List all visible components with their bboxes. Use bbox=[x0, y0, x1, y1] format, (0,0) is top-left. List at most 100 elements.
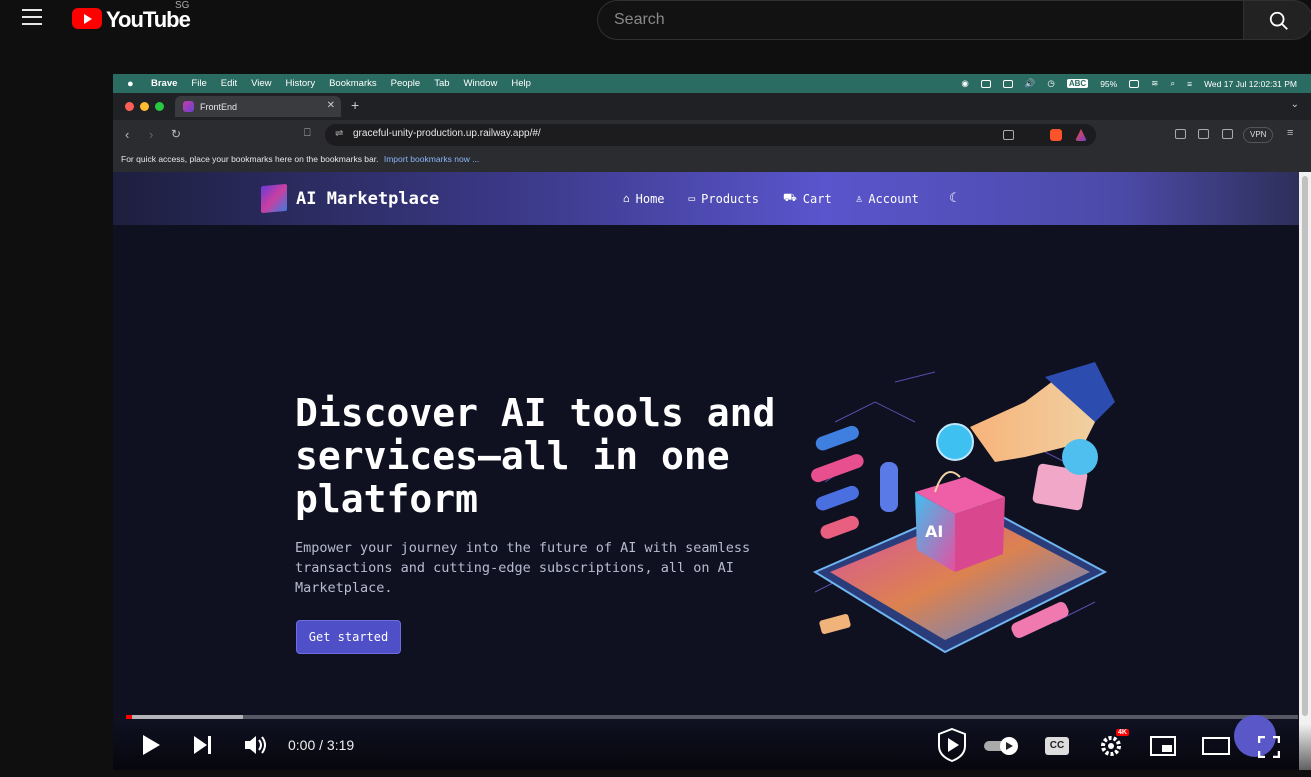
captions-button[interactable]: CC bbox=[1045, 737, 1069, 755]
mac-menubar: ● Brave File Edit View History Bookmarks… bbox=[113, 74, 1311, 93]
status-area: ◉ 🔊 ◷ ABC 95% ≋ ⌕ ≡ Wed 17 Jul 12:02:31 … bbox=[961, 74, 1297, 93]
brand-logo-icon bbox=[261, 183, 287, 214]
menu-help[interactable]: Help bbox=[511, 78, 531, 89]
menu-view[interactable]: View bbox=[251, 78, 271, 89]
volume-icon[interactable]: 🔊 bbox=[1025, 78, 1036, 89]
hero-illustration: AI bbox=[811, 362, 1115, 654]
brave-rewards-icon[interactable] bbox=[1075, 129, 1087, 141]
menu-window[interactable]: Window bbox=[464, 78, 498, 89]
region-code: SG bbox=[175, 0, 190, 11]
reload-icon[interactable]: ↻ bbox=[171, 127, 181, 141]
volume-icon[interactable] bbox=[244, 734, 268, 756]
import-bookmarks-link[interactable]: Import bookmarks now ... bbox=[384, 154, 479, 164]
battery-icon bbox=[1129, 79, 1140, 88]
sidebar-icon[interactable] bbox=[1198, 129, 1209, 139]
close-window-icon[interactable] bbox=[125, 102, 134, 111]
theater-mode-icon[interactable] bbox=[1202, 737, 1230, 755]
bookmarks-hint: For quick access, place your bookmarks h… bbox=[121, 154, 379, 164]
menu-file[interactable]: File bbox=[191, 78, 206, 89]
apple-icon[interactable]: ● bbox=[127, 78, 137, 90]
clock-icon[interactable]: ◷ bbox=[1047, 78, 1054, 89]
search-icon bbox=[1269, 11, 1288, 30]
progress-buffered bbox=[126, 715, 244, 719]
menu-history[interactable]: History bbox=[286, 78, 316, 89]
browser-tab-bar: FrontEnd ✕ + ⌄ bbox=[113, 93, 1311, 120]
brave-shields-icon[interactable] bbox=[1050, 129, 1062, 141]
spotlight-icon[interactable]: ⌕ bbox=[1170, 78, 1175, 89]
menu-bookmarks[interactable]: Bookmarks bbox=[329, 78, 377, 89]
site-brand[interactable]: AI Marketplace bbox=[261, 183, 440, 214]
back-icon[interactable]: ‹ bbox=[125, 127, 129, 142]
minimize-window-icon[interactable] bbox=[140, 102, 149, 111]
browser-tab[interactable]: FrontEnd ✕ bbox=[175, 96, 341, 117]
miniplayer-icon[interactable] bbox=[1150, 736, 1176, 756]
progress-bar[interactable] bbox=[126, 715, 1298, 719]
play-icon[interactable] bbox=[141, 734, 161, 756]
video-player[interactable]: ● Brave File Edit View History Bookmarks… bbox=[113, 74, 1311, 770]
web-page: AI Marketplace ⌂ Home ▭ Products ⛟ Cart … bbox=[113, 172, 1299, 770]
browser-menu-icon[interactable]: ≡ bbox=[1287, 127, 1293, 139]
menu-tab[interactable]: Tab bbox=[434, 78, 449, 89]
scrollbar-thumb[interactable] bbox=[1302, 176, 1308, 716]
tab-list-chevron-icon[interactable]: ⌄ bbox=[1291, 99, 1299, 110]
forward-icon[interactable]: › bbox=[149, 127, 153, 142]
settings-gear-icon[interactable] bbox=[1099, 734, 1123, 758]
bookmarks-bar: For quick access, place your bookmarks h… bbox=[113, 150, 1311, 172]
menu-app[interactable]: Brave bbox=[151, 78, 177, 89]
wifi-icon[interactable]: ≋ bbox=[1151, 78, 1158, 89]
cast-icon[interactable] bbox=[1003, 130, 1014, 140]
nav-cart-label: Cart bbox=[802, 191, 832, 206]
nav-account[interactable]: ♙ Account bbox=[856, 191, 919, 206]
window-controls bbox=[125, 102, 164, 111]
maximize-window-icon[interactable] bbox=[155, 102, 164, 111]
site-info-icon[interactable]: ⇌ bbox=[335, 128, 343, 139]
nav-cart[interactable]: ⛟ Cart bbox=[783, 191, 832, 206]
input-source[interactable]: ABC bbox=[1066, 79, 1089, 88]
youtube-header: YouTube SG bbox=[0, 0, 1311, 42]
vpn-button[interactable]: VPN bbox=[1243, 127, 1274, 143]
hero-title: Discover AI tools and services—all in on… bbox=[295, 391, 776, 521]
extensions-icon[interactable] bbox=[1175, 129, 1186, 139]
tab-close-icon[interactable]: ✕ bbox=[327, 100, 335, 111]
autoplay-toggle-icon[interactable] bbox=[983, 736, 1021, 756]
youtube-play-logo-icon bbox=[72, 8, 102, 29]
nav-account-label: Account bbox=[868, 191, 919, 206]
search-button[interactable] bbox=[1243, 0, 1311, 40]
nav-products[interactable]: ▭ Products bbox=[689, 191, 759, 206]
display-icon[interactable] bbox=[1002, 79, 1013, 88]
next-icon[interactable] bbox=[193, 734, 213, 756]
battery-level[interactable]: 95% bbox=[1100, 79, 1117, 89]
fullscreen-icon[interactable] bbox=[1258, 736, 1280, 758]
window-icon[interactable] bbox=[980, 79, 991, 88]
datetime[interactable]: Wed 17 Jul 12:02:31 PM bbox=[1204, 79, 1297, 89]
page-scrollbar[interactable] bbox=[1299, 172, 1311, 770]
bookmark-icon[interactable]: ⎕ bbox=[304, 127, 311, 140]
url-bar[interactable]: ⇌ graceful-unity-production.up.railway.a… bbox=[325, 124, 1096, 146]
player-controls: 0:00 / 3:19 CC 4K bbox=[113, 715, 1311, 770]
address-toolbar: ‹ › ↻ ⎕ ⇌ graceful-unity-production.up.r… bbox=[113, 120, 1311, 150]
search-input[interactable] bbox=[598, 1, 1244, 39]
progress-played bbox=[126, 715, 132, 719]
nav-home-label: Home bbox=[635, 191, 665, 206]
control-center-icon[interactable]: ≡ bbox=[1187, 79, 1192, 89]
archive-icon: ▭ bbox=[688, 192, 696, 205]
menu-edit[interactable]: Edit bbox=[221, 78, 237, 89]
menu-people[interactable]: People bbox=[391, 78, 421, 89]
brand-name: AI Marketplace bbox=[296, 188, 440, 209]
hamburger-menu-icon[interactable] bbox=[22, 9, 42, 27]
new-tab-icon[interactable]: + bbox=[351, 97, 359, 113]
get-started-button[interactable]: Get started bbox=[296, 620, 401, 654]
tab-favicon-icon bbox=[183, 101, 194, 112]
shield-icon[interactable] bbox=[937, 728, 967, 762]
hero-subtitle: Empower your journey into the future of … bbox=[295, 540, 751, 596]
nav-links: ⌂ Home ▭ Products ⛟ Cart ♙ Account bbox=[623, 191, 919, 206]
home-icon: ⌂ bbox=[623, 192, 630, 205]
time-display: 0:00 / 3:19 bbox=[288, 737, 355, 753]
quality-badge: 4K bbox=[1116, 729, 1129, 736]
moon-icon[interactable]: ☾ bbox=[949, 190, 961, 206]
nav-home[interactable]: ⌂ Home bbox=[623, 191, 665, 206]
url-text: graceful-unity-production.up.railway.app… bbox=[353, 128, 541, 139]
nav-products-label: Products bbox=[701, 191, 759, 206]
record-icon[interactable]: ◉ bbox=[961, 78, 968, 89]
wallet-icon[interactable] bbox=[1222, 129, 1233, 139]
